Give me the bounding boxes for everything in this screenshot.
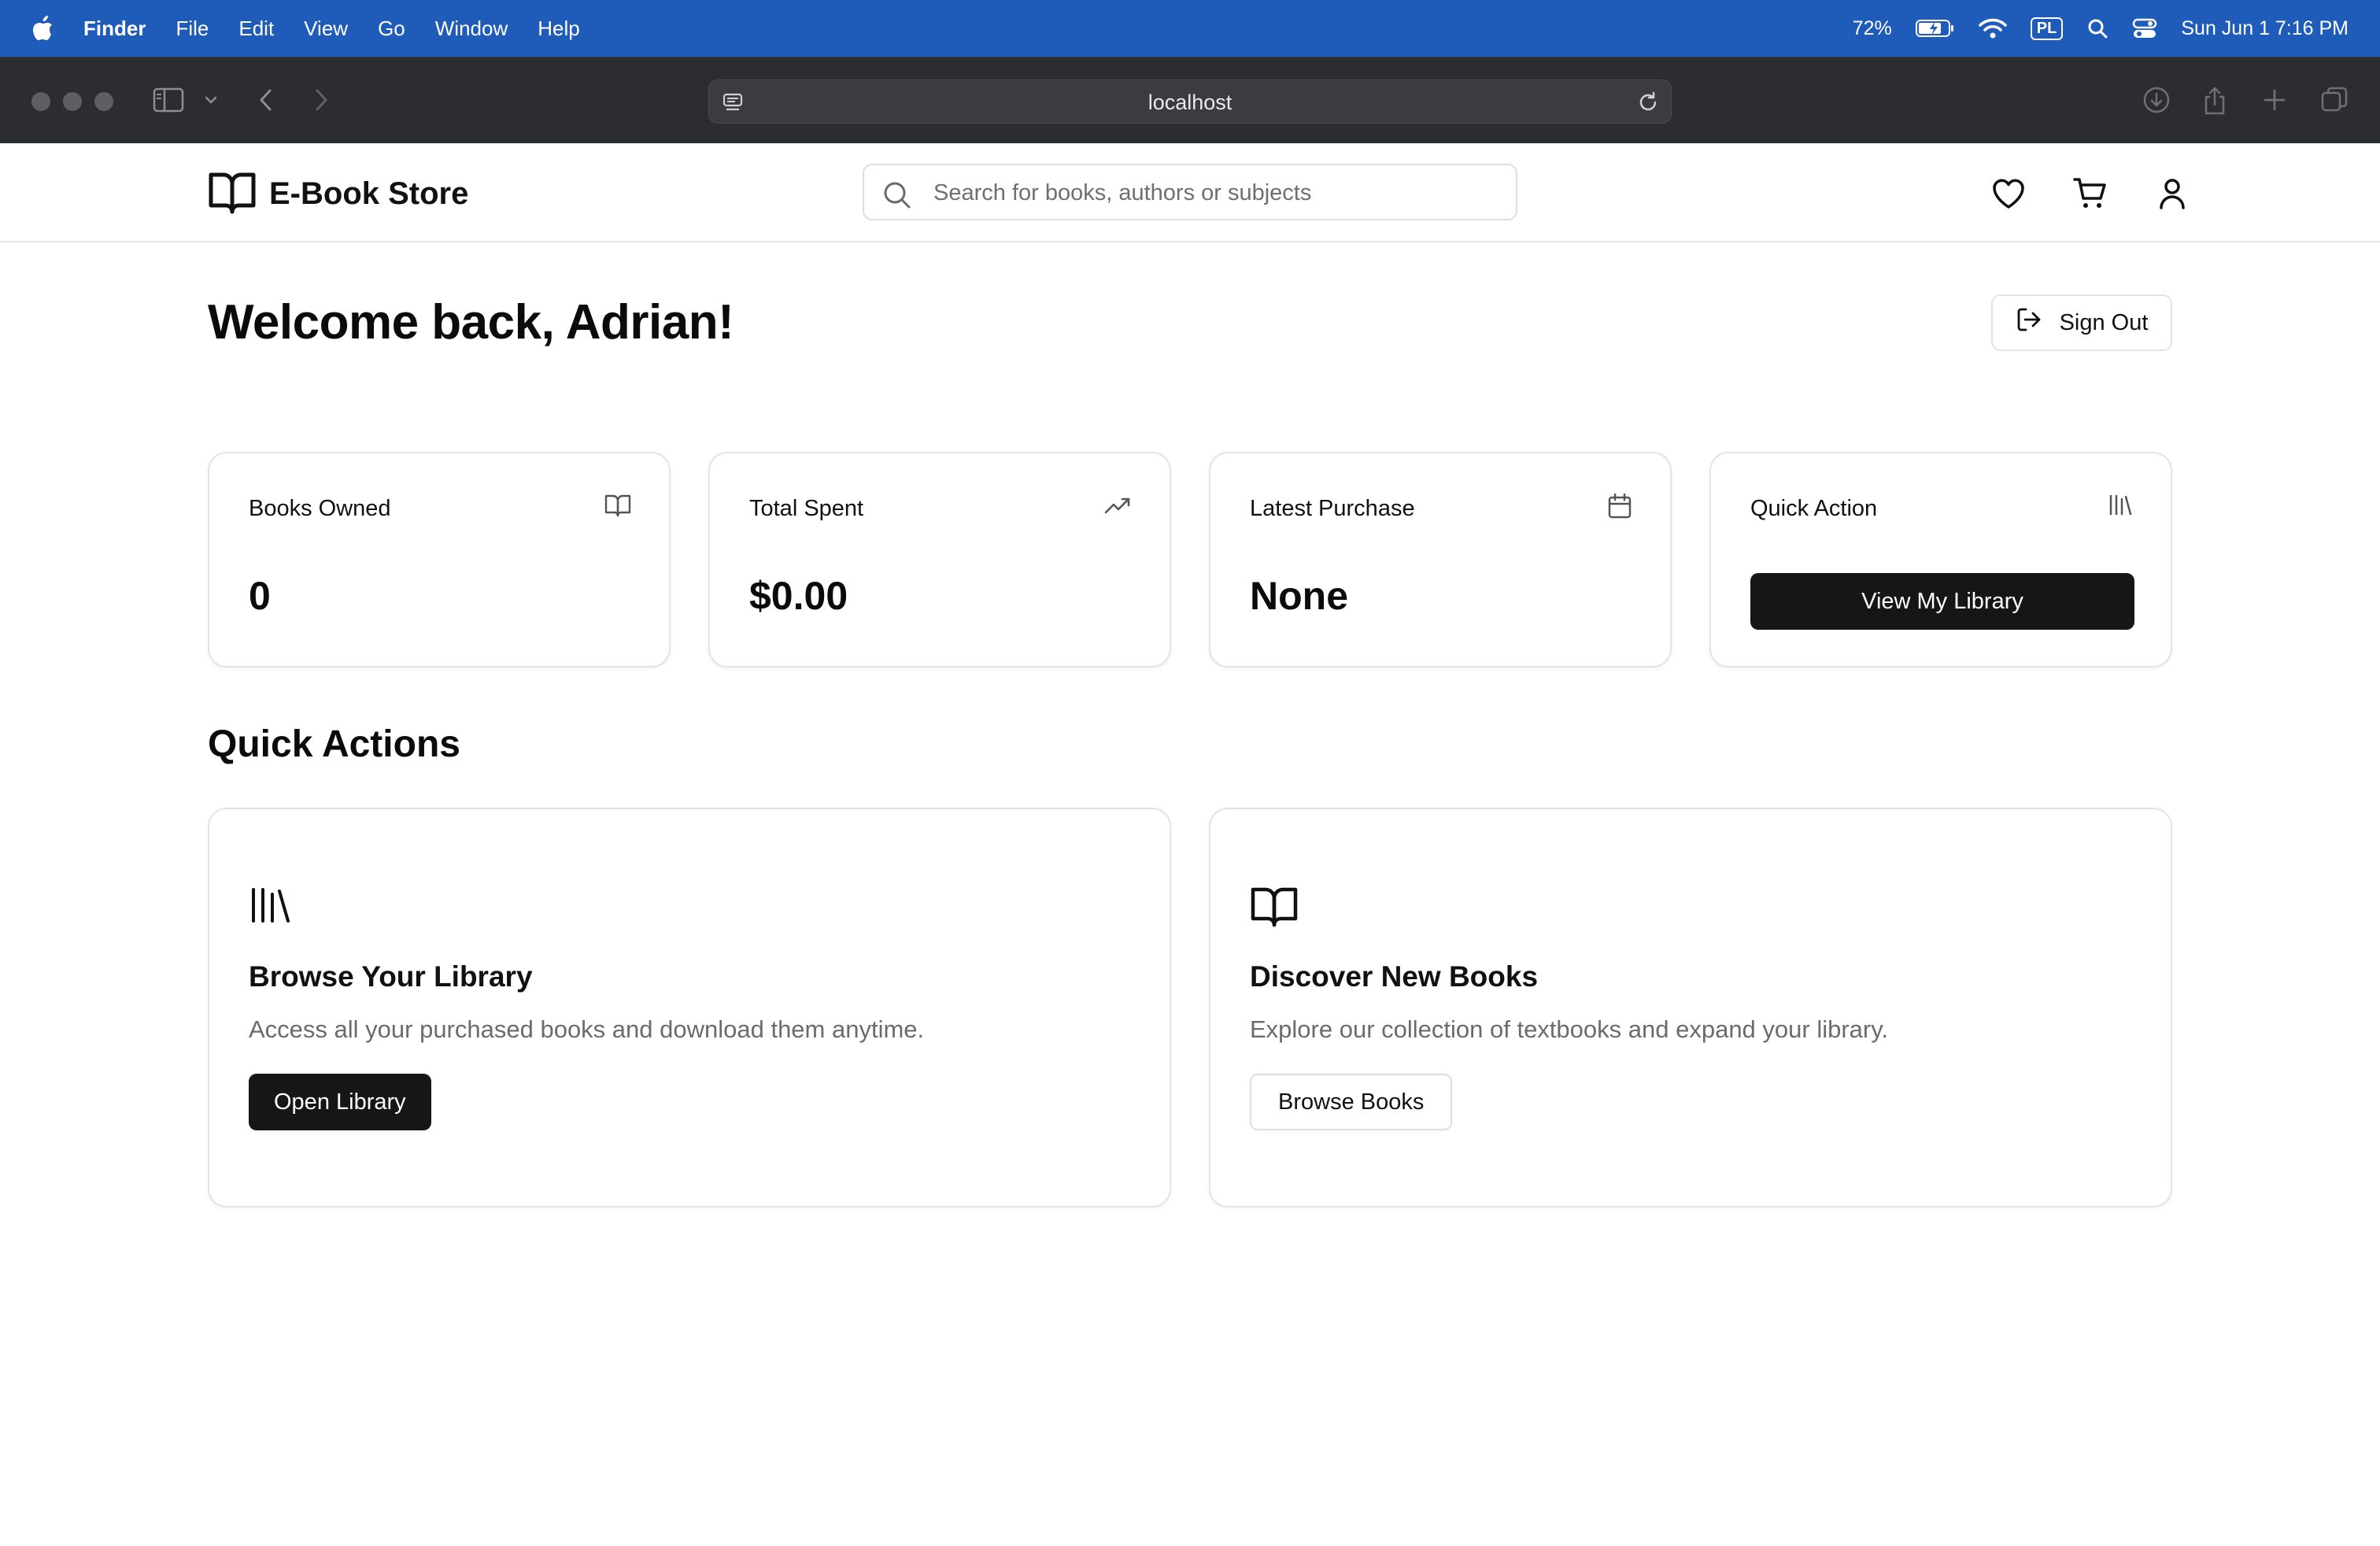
sign-out-label: Sign Out: [2059, 309, 2149, 335]
library-icon: [249, 885, 293, 928]
macos-menu-bar: Finder File Edit View Go Window Help 72%…: [0, 0, 2380, 57]
menu-edit[interactable]: Edit: [238, 17, 274, 41]
web-page: E-Book Store Welcome back, Adrian! Sign …: [0, 143, 2380, 1546]
search-input[interactable]: [933, 176, 1500, 209]
new-tab-icon[interactable]: [2262, 86, 2287, 118]
book-open-icon: [1250, 885, 1299, 933]
quick-action-title: Discover New Books: [1250, 960, 1539, 993]
menubar-clock[interactable]: Sun Jun 1 7:16 PM: [2181, 17, 2349, 40]
trending-up-icon: [1103, 493, 1132, 522]
chevron-down-icon[interactable]: [203, 92, 219, 112]
header-actions: [1990, 175, 2191, 213]
sidebar-toggle-icon[interactable]: [153, 86, 184, 118]
heart-icon[interactable]: [1990, 175, 2027, 213]
book-open-icon: [604, 493, 631, 522]
brand-logo[interactable]: E-Book Store: [208, 168, 468, 220]
menu-window[interactable]: Window: [435, 17, 508, 41]
stat-card-latest-purchase: Latest Purchase None: [1209, 452, 1672, 668]
menu-view[interactable]: View: [304, 17, 348, 41]
url-text[interactable]: localhost: [709, 91, 1671, 115]
downloads-icon[interactable]: [2142, 86, 2171, 118]
stat-value: None: [1250, 574, 1348, 618]
section-title-quick-actions: Quick Actions: [208, 723, 460, 765]
battery-percentage: 72%: [1852, 17, 1892, 39]
stat-value: 0: [249, 574, 271, 618]
menu-finder[interactable]: Finder: [83, 17, 146, 41]
book-open-icon: [208, 168, 257, 220]
zoom-window-button[interactable]: [94, 92, 113, 111]
quick-action-card-library: Browse Your Library Access all your purc…: [208, 808, 1171, 1208]
calendar-icon: [1607, 493, 1632, 523]
close-window-button[interactable]: [31, 92, 50, 111]
stat-label: Quick Action: [1750, 496, 1878, 521]
quick-action-description: Explore our collection of textbooks and …: [1250, 1015, 1889, 1043]
window-controls: [31, 92, 113, 111]
spotlight-icon[interactable]: [2086, 17, 2108, 39]
minimize-window-button[interactable]: [63, 92, 82, 111]
stat-label: Books Owned: [249, 496, 391, 521]
stat-card-quick-action: Quick Action View My Library: [1709, 452, 2172, 668]
cart-icon[interactable]: [2071, 175, 2109, 213]
browser-toolbar: localhost: [0, 57, 2380, 143]
quick-action-title: Browse Your Library: [249, 960, 533, 993]
stat-card-total-spent: Total Spent $0.00: [708, 452, 1171, 668]
menu-file[interactable]: File: [176, 17, 209, 41]
stat-value: $0.00: [749, 574, 848, 618]
control-center-icon[interactable]: [2132, 17, 2157, 39]
browse-books-button[interactable]: Browse Books: [1250, 1074, 1453, 1130]
quick-action-card-discover: Discover New Books Explore our collectio…: [1209, 808, 2172, 1208]
reload-icon[interactable]: [1636, 91, 1660, 118]
share-icon[interactable]: [2202, 86, 2227, 120]
library-icon: [2108, 493, 2133, 520]
stat-card-books-owned: Books Owned 0: [208, 452, 671, 668]
menu-help[interactable]: Help: [538, 17, 579, 41]
apple-icon[interactable]: [31, 15, 55, 42]
stat-label: Total Spent: [749, 496, 864, 521]
wifi-icon[interactable]: [1979, 17, 2007, 39]
quick-action-description: Access all your purchased books and down…: [249, 1015, 925, 1043]
stat-label: Latest Purchase: [1250, 496, 1415, 521]
battery-icon[interactable]: [1915, 19, 1955, 38]
forward-icon[interactable]: [310, 86, 332, 118]
log-out-icon: [2016, 306, 2042, 339]
menu-go[interactable]: Go: [378, 17, 405, 41]
view-my-library-button[interactable]: View My Library: [1750, 573, 2134, 630]
address-bar[interactable]: localhost: [708, 80, 1672, 124]
input-source-badge[interactable]: PL: [2030, 17, 2064, 40]
back-icon[interactable]: [255, 86, 277, 118]
brand-name: E-Book Store: [269, 176, 469, 211]
open-library-button[interactable]: Open Library: [249, 1074, 431, 1130]
sign-out-button[interactable]: Sign Out: [1991, 294, 2172, 351]
search-bar[interactable]: [863, 164, 1517, 220]
site-header: E-Book Store: [0, 143, 2380, 242]
tab-overview-icon[interactable]: [2320, 86, 2349, 118]
search-icon: [881, 179, 913, 215]
page-title: Welcome back, Adrian!: [208, 295, 734, 350]
user-icon[interactable]: [2153, 175, 2191, 213]
